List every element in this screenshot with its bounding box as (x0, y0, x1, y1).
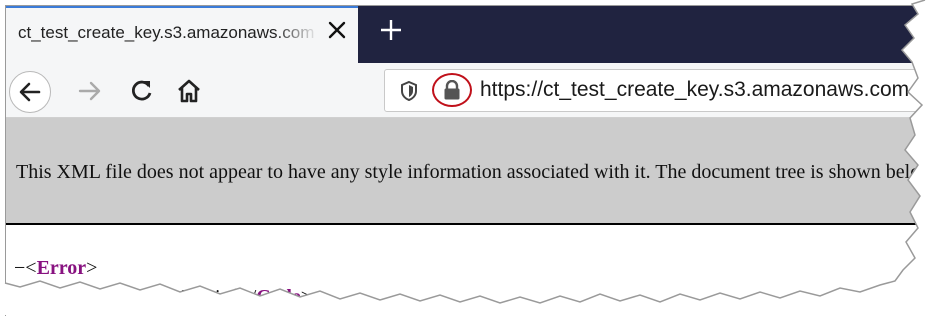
torn-paper-edge (0, 0, 940, 315)
